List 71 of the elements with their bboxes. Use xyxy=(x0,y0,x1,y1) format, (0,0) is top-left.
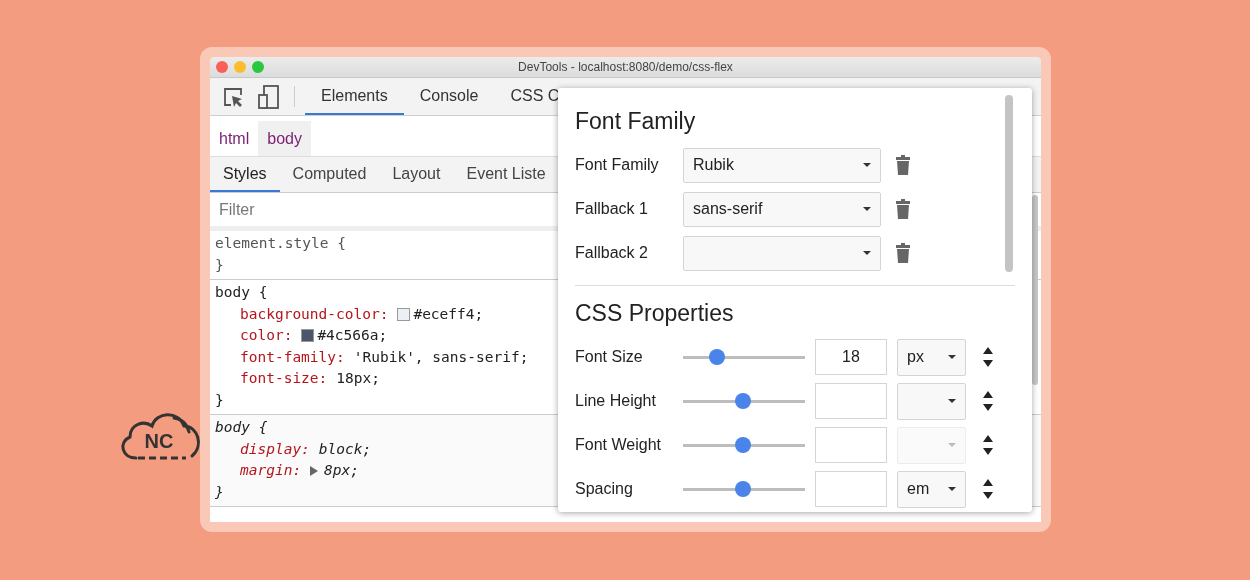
field-label: Fallback 1 xyxy=(575,200,649,218)
expand-icon[interactable] xyxy=(310,465,319,476)
trash-icon[interactable] xyxy=(896,155,910,175)
cloud-logo: NC xyxy=(114,406,204,466)
css-value: 8px; xyxy=(324,461,360,480)
styles-tab[interactable]: Layout xyxy=(379,157,454,192)
css-property: display: xyxy=(240,439,310,459)
unit-select[interactable]: px xyxy=(897,338,966,376)
field-label: Line Height xyxy=(575,392,657,410)
caret-icon xyxy=(948,487,956,491)
field-label: Font Size xyxy=(575,348,644,366)
color-swatch[interactable] xyxy=(301,329,315,343)
slider[interactable] xyxy=(683,348,805,366)
slider[interactable] xyxy=(683,392,805,410)
panel-tab[interactable]: Console xyxy=(403,78,495,115)
breadcrumb-item[interactable]: body xyxy=(258,121,311,156)
css-selector: body { xyxy=(215,283,268,302)
slider[interactable] xyxy=(683,480,805,498)
section-heading: Font Family xyxy=(575,107,697,136)
css-value: 18px; xyxy=(336,369,380,388)
closing-brace: } xyxy=(215,482,224,502)
font-select[interactable]: Rubik xyxy=(683,147,881,183)
scrollbar[interactable] xyxy=(1005,95,1013,272)
panel-tab[interactable]: Elements xyxy=(305,78,404,115)
stepper-icon[interactable] xyxy=(983,435,993,455)
css-value: 'Rubik', sans-serif; xyxy=(353,347,529,367)
color-swatch[interactable] xyxy=(397,307,411,321)
css-property: color: xyxy=(240,326,293,345)
styles-tab[interactable]: Event Liste xyxy=(453,157,559,192)
section-heading: CSS Properties xyxy=(575,299,735,328)
field-label: Font Family xyxy=(575,156,660,174)
inspect-icon[interactable] xyxy=(222,85,244,108)
slider[interactable] xyxy=(683,436,805,454)
scrollbar[interactable] xyxy=(1032,195,1038,385)
closing-brace: } xyxy=(215,390,224,410)
field-label: Fallback 2 xyxy=(575,244,649,262)
css-selector: element.style { xyxy=(215,234,346,253)
stepper-icon[interactable] xyxy=(983,479,993,499)
stepper-icon[interactable] xyxy=(983,347,993,367)
css-property: font-family: xyxy=(240,347,345,367)
value-input[interactable] xyxy=(815,427,887,463)
caret-icon xyxy=(948,355,956,359)
css-selector: body { xyxy=(215,418,268,437)
trash-icon[interactable] xyxy=(896,199,910,219)
value-input[interactable] xyxy=(815,383,887,419)
close-button[interactable] xyxy=(216,61,228,73)
field-label: Spacing xyxy=(575,480,634,498)
caret-icon xyxy=(863,207,871,211)
font-select[interactable]: sans-serif xyxy=(683,191,881,227)
unit-select[interactable]: em xyxy=(897,470,966,508)
styles-tab[interactable]: Computed xyxy=(279,157,380,192)
css-property: margin: xyxy=(240,461,302,480)
caret-icon xyxy=(863,163,871,167)
caret-icon xyxy=(863,251,871,255)
css-property: font-size: xyxy=(240,369,328,388)
css-value: block; xyxy=(318,439,372,459)
css-value: #4c566a; xyxy=(317,326,388,345)
value-input[interactable] xyxy=(815,471,887,507)
css-value: #eceff4; xyxy=(413,304,484,324)
device-icon[interactable] xyxy=(258,84,280,109)
stepper-icon[interactable] xyxy=(983,391,993,411)
css-property: background-color: xyxy=(240,304,389,324)
caret-icon xyxy=(948,443,956,447)
trash-icon[interactable] xyxy=(896,243,910,263)
caret-icon xyxy=(948,399,956,403)
breadcrumb-item[interactable]: html xyxy=(210,121,259,156)
window-title: DevTools - localhost:8080/demo/css-flex xyxy=(518,60,733,74)
closing-brace: } xyxy=(215,255,224,275)
value-input[interactable]: 18 xyxy=(815,339,887,375)
panel-tab[interactable]: CSS C xyxy=(494,78,576,115)
field-label: Font Weight xyxy=(575,436,662,454)
